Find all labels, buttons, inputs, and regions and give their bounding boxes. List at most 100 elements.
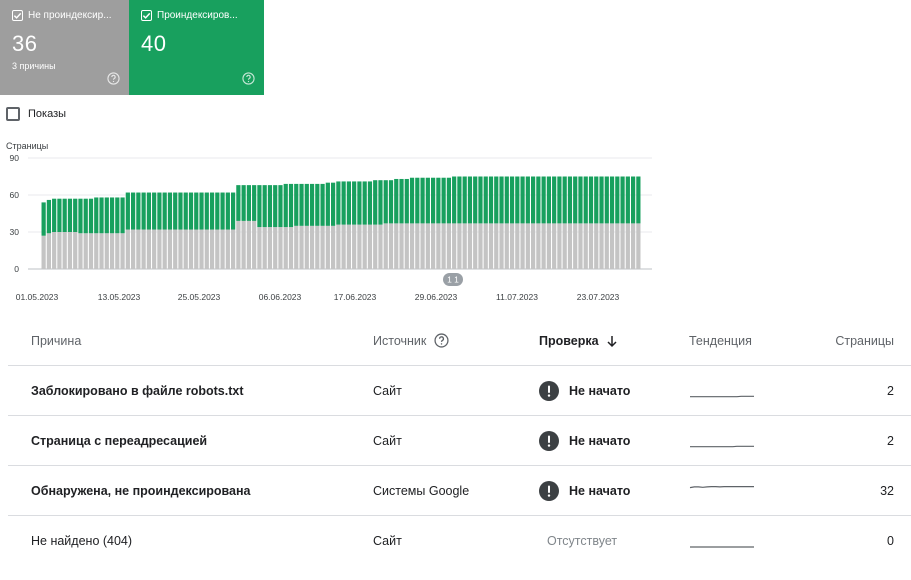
chart-bar-indexed[interactable]	[188, 192, 194, 230]
chart-bar-not-indexed[interactable]	[594, 223, 599, 269]
chart-bar-not-indexed[interactable]	[273, 227, 278, 269]
chart-bar-indexed[interactable]	[141, 192, 146, 230]
chart-bar-indexed[interactable]	[209, 192, 215, 230]
chart-bar-not-indexed[interactable]	[452, 223, 457, 269]
chart-bar-indexed[interactable]	[478, 176, 483, 224]
chart-bar-not-indexed[interactable]	[420, 223, 425, 269]
chart-bar-indexed[interactable]	[536, 176, 541, 224]
card-indexed[interactable]: Проиндексиров... 40	[129, 0, 264, 95]
chart-bar-not-indexed[interactable]	[499, 223, 504, 269]
chart-bar-indexed[interactable]	[304, 183, 309, 226]
chart-bar-not-indexed[interactable]	[615, 223, 620, 269]
chart-bar-not-indexed[interactable]	[41, 235, 46, 269]
chart-bar-not-indexed[interactable]	[204, 229, 209, 269]
chart-bar-not-indexed[interactable]	[109, 233, 115, 269]
chart-bar-not-indexed[interactable]	[557, 223, 562, 269]
chart-bar-indexed[interactable]	[457, 176, 462, 224]
chart-bar-indexed[interactable]	[46, 199, 51, 234]
chart-bar-indexed[interactable]	[531, 176, 536, 224]
chart-bar-indexed[interactable]	[167, 192, 173, 230]
chart-bar-not-indexed[interactable]	[341, 224, 346, 269]
chart-bar-not-indexed[interactable]	[209, 229, 215, 269]
chart-bar-indexed[interactable]	[420, 177, 425, 224]
chart-bar-indexed[interactable]	[373, 180, 378, 225]
chart-bar-indexed[interactable]	[562, 176, 567, 224]
chart-bar-indexed[interactable]	[525, 176, 530, 224]
chart-bar-not-indexed[interactable]	[288, 227, 294, 269]
chart-bar-indexed[interactable]	[331, 182, 336, 226]
chart-bar-indexed[interactable]	[473, 176, 478, 224]
chart-bar-indexed[interactable]	[283, 183, 288, 228]
chart-bar-not-indexed[interactable]	[373, 224, 378, 269]
chart-bar-indexed[interactable]	[394, 178, 399, 224]
chart-bar-not-indexed[interactable]	[320, 225, 325, 269]
chart-bar-indexed[interactable]	[509, 176, 515, 224]
chart-bar-indexed[interactable]	[73, 198, 78, 232]
chart-bar-not-indexed[interactable]	[99, 233, 104, 269]
chart-bar-indexed[interactable]	[125, 192, 130, 230]
chart-bar-indexed[interactable]	[152, 192, 157, 230]
chart-bar-indexed[interactable]	[115, 197, 120, 234]
chart-bar-not-indexed[interactable]	[183, 229, 188, 269]
chart-bar-not-indexed[interactable]	[199, 229, 204, 269]
chart-bar-indexed[interactable]	[178, 192, 183, 230]
chart-bar-indexed[interactable]	[173, 192, 178, 230]
chart-bar-not-indexed[interactable]	[141, 229, 146, 269]
chart-bar-indexed[interactable]	[357, 181, 362, 225]
chart-bar-not-indexed[interactable]	[231, 229, 236, 269]
chart-bar-not-indexed[interactable]	[178, 229, 183, 269]
chart-bar-not-indexed[interactable]	[583, 223, 588, 269]
chart-bar-not-indexed[interactable]	[136, 229, 141, 269]
table-row[interactable]: Страница с переадресацией Сайт Не начато…	[8, 416, 911, 466]
chart-bar-indexed[interactable]	[609, 176, 615, 224]
chart-bar-not-indexed[interactable]	[631, 223, 636, 269]
chart-bar-indexed[interactable]	[320, 183, 325, 226]
chart-bar-not-indexed[interactable]	[578, 223, 583, 269]
chart-bar-indexed[interactable]	[557, 176, 562, 224]
chart-bar-not-indexed[interactable]	[541, 223, 546, 269]
chart-bar-indexed[interactable]	[441, 177, 446, 224]
chart-bar-indexed[interactable]	[252, 185, 257, 221]
chart-bar-not-indexed[interactable]	[52, 232, 57, 269]
help-icon[interactable]	[107, 72, 120, 85]
chart-bar-not-indexed[interactable]	[362, 224, 367, 269]
chart-bar-not-indexed[interactable]	[346, 224, 351, 269]
chart-bar-indexed[interactable]	[341, 181, 346, 225]
chart-bar-not-indexed[interactable]	[336, 224, 341, 269]
chart-bar-not-indexed[interactable]	[546, 223, 551, 269]
chart-bar-not-indexed[interactable]	[531, 223, 536, 269]
chart-bar-not-indexed[interactable]	[446, 223, 451, 269]
chart-bar-not-indexed[interactable]	[494, 223, 499, 269]
chart-bar-indexed[interactable]	[409, 177, 415, 224]
chart-bar-not-indexed[interactable]	[294, 225, 299, 269]
chart-bar-not-indexed[interactable]	[236, 220, 241, 269]
table-row[interactable]: Не найдено (404) Сайт Отсутствует 0	[8, 516, 911, 566]
chart-bar-not-indexed[interactable]	[194, 229, 199, 269]
chart-bar-not-indexed[interactable]	[167, 229, 173, 269]
chart-bar-indexed[interactable]	[204, 192, 209, 230]
chart-bar-indexed[interactable]	[388, 180, 394, 224]
chart-bar-indexed[interactable]	[483, 176, 488, 224]
chart-bar-not-indexed[interactable]	[146, 229, 151, 269]
chart-bar-indexed[interactable]	[109, 197, 115, 234]
chart-bar-indexed[interactable]	[231, 192, 236, 230]
chart-bar-indexed[interactable]	[273, 185, 278, 228]
chart-bar-indexed[interactable]	[404, 178, 409, 224]
chart-bar-not-indexed[interactable]	[278, 227, 283, 269]
chart-bar-not-indexed[interactable]	[367, 224, 373, 269]
chart-bar-indexed[interactable]	[594, 176, 599, 224]
chart-bar-indexed[interactable]	[504, 176, 509, 224]
chart-bar-not-indexed[interactable]	[131, 229, 136, 269]
chart-bar-indexed[interactable]	[199, 192, 204, 230]
chart-bar-not-indexed[interactable]	[604, 223, 609, 269]
chart-bar-indexed[interactable]	[446, 177, 451, 224]
chart-bar-not-indexed[interactable]	[215, 229, 220, 269]
chart-bar-not-indexed[interactable]	[625, 223, 630, 269]
chart-bar-not-indexed[interactable]	[83, 233, 88, 269]
chart-bar-indexed[interactable]	[362, 181, 367, 225]
chart-bar-indexed[interactable]	[352, 181, 357, 225]
chart-bar-indexed[interactable]	[378, 180, 383, 225]
arrow-down-icon[interactable]	[605, 334, 619, 348]
column-header-pages[interactable]: Страницы	[835, 334, 894, 348]
chart-bar-indexed[interactable]	[520, 176, 525, 224]
